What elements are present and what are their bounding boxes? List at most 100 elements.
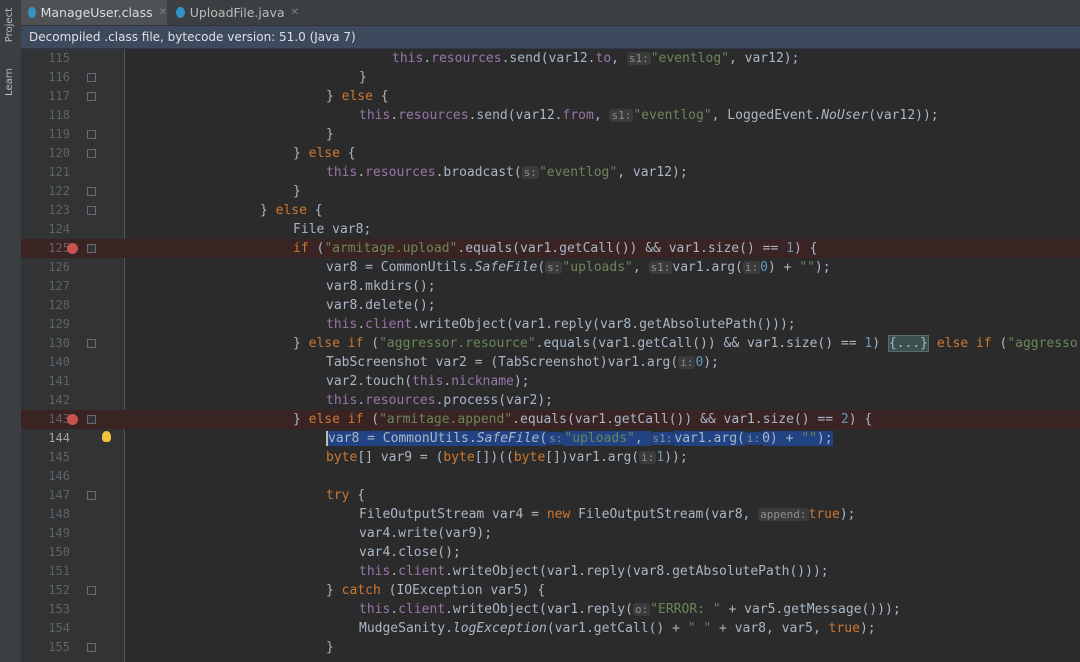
- java-file-icon: [176, 7, 185, 18]
- fold-marker-icon[interactable]: [87, 187, 96, 196]
- number-token: 1: [656, 450, 665, 465]
- field-token: resources: [431, 51, 502, 66]
- code-token: }: [293, 412, 309, 427]
- code-line[interactable]: 147 try {: [21, 486, 1080, 505]
- code-text: byte[] var9 = (byte[])((byte[])var1.arg(…: [326, 448, 688, 467]
- fold-marker-icon[interactable]: [87, 491, 96, 500]
- code-line[interactable]: 143} else if ("armitage.append".equals(v…: [21, 410, 1080, 429]
- code-token: .: [390, 108, 399, 123]
- code-token: (: [537, 260, 546, 275]
- field-token: this: [412, 374, 444, 389]
- code-line[interactable]: 149 var4.write(var9);: [21, 524, 1080, 543]
- code-line[interactable]: 141 var2.touch(this.nickname);: [21, 372, 1080, 391]
- code-line[interactable]: 115 this.resources.send(var12.to, s1: "eve…: [21, 49, 1080, 68]
- line-number: 130: [48, 336, 70, 350]
- code-line[interactable]: 119}: [21, 125, 1080, 144]
- code-line[interactable]: 128 var8.delete();: [21, 296, 1080, 315]
- code-line[interactable]: 153 this.client.writeObject(var1.reply(o:…: [21, 600, 1080, 619]
- code-token: .: [357, 165, 366, 180]
- code-line[interactable]: 129 this.client.writeObject(var1.reply(va…: [21, 315, 1080, 334]
- code-line[interactable]: 130 } else if ("aggressor.resource".equal…: [21, 334, 1080, 353]
- fold-marker-icon[interactable]: [87, 130, 96, 139]
- intention-bulb-icon[interactable]: [102, 431, 111, 442]
- code-text: MudgeSanity.logException(var1.getCall() …: [359, 619, 876, 638]
- code-line[interactable]: 120} else {: [21, 144, 1080, 163]
- string-token: "ERROR: ": [650, 602, 721, 617]
- fold-marker-icon[interactable]: [87, 73, 96, 82]
- class-file-icon: [28, 7, 36, 18]
- code-line[interactable]: 126 var8 = CommonUtils.SafeFile(s: "upload…: [21, 258, 1080, 277]
- code-line[interactable]: 148 FileOutputStream var4 = new FileOutpu…: [21, 505, 1080, 524]
- parameter-hint: i:: [742, 261, 761, 274]
- code-token: }: [326, 583, 342, 598]
- tool-window-strip: Project Learn: [0, 0, 22, 662]
- fold-marker-icon[interactable]: [87, 643, 96, 652]
- code-line[interactable]: 124 File var8;: [21, 220, 1080, 239]
- line-number: 153: [48, 602, 70, 616]
- code-token: ) {: [793, 241, 818, 256]
- fold-marker-icon[interactable]: [87, 244, 96, 253]
- code-text: FileOutputStream var4 = new FileOutputSt…: [359, 505, 856, 524]
- code-line[interactable]: 123} else {: [21, 201, 1080, 220]
- code-line[interactable]: 152} catch (IOException var5) {: [21, 581, 1080, 600]
- code-line[interactable]: 121 this.resources.broadcast(s: "eventlog"…: [21, 163, 1080, 182]
- project-tool-tab[interactable]: Project: [1, 8, 20, 58]
- code-line[interactable]: 140 TabScreenshot var2 = (TabScreenshot)v…: [21, 353, 1080, 372]
- code-line[interactable]: 154 MudgeSanity.logException(var1.getCall…: [21, 619, 1080, 638]
- line-number: 146: [48, 469, 70, 483]
- fold-marker-icon[interactable]: [87, 206, 96, 215]
- code-line[interactable]: 145 byte[] var9 = (byte[])((byte[])var1.a…: [21, 448, 1080, 467]
- code-line[interactable]: 146: [21, 467, 1080, 486]
- fold-marker-icon[interactable]: [87, 149, 96, 158]
- code-token: ));: [664, 450, 688, 465]
- fold-marker-icon[interactable]: [87, 415, 96, 424]
- code-line[interactable]: 125 if ("armitage.upload".equals(var1.get…: [21, 239, 1080, 258]
- code-text: }: [326, 638, 334, 657]
- code-line[interactable]: 122}: [21, 182, 1080, 201]
- close-icon[interactable]: ✕: [291, 7, 299, 18]
- string-token: "uploads": [562, 260, 633, 275]
- tab-manageuser-class[interactable]: ManageUser.class ✕: [21, 0, 167, 25]
- code-line[interactable]: 155}: [21, 638, 1080, 657]
- folded-code-region[interactable]: {...}: [887, 335, 930, 352]
- string-token: "armitage.upload": [324, 241, 458, 256]
- code-line[interactable]: 151 this.client.writeObject(var1.reply(va…: [21, 562, 1080, 581]
- code-token: [])((: [474, 450, 514, 465]
- learn-tool-tab[interactable]: Learn: [1, 68, 20, 114]
- code-token: );: [703, 355, 719, 370]
- tab-label: ManageUser.class: [40, 5, 153, 20]
- code-text: } catch (IOException var5) {: [326, 581, 545, 600]
- line-number: 124: [48, 222, 70, 236]
- fold-marker-icon[interactable]: [87, 586, 96, 595]
- fold-marker-icon[interactable]: [87, 339, 96, 348]
- keyword-token: else if: [936, 336, 992, 351]
- keyword-token: else: [308, 146, 340, 161]
- string-token: "eventlog": [538, 165, 618, 180]
- code-line[interactable]: 117} else {: [21, 87, 1080, 106]
- line-number: 121: [48, 165, 70, 179]
- code-line[interactable]: 142 this.resources.process(var2);: [21, 391, 1080, 410]
- code-line[interactable]: 116}: [21, 68, 1080, 87]
- close-icon[interactable]: ✕: [159, 7, 167, 18]
- code-line[interactable]: 118 this.resources.send(var12.from, s1: "e…: [21, 106, 1080, 125]
- code-text: } else if ("aggressor.resource".equals(v…: [293, 334, 1080, 353]
- line-number: 120: [48, 146, 70, 160]
- code-text: } else {: [326, 87, 389, 106]
- decompiled-banner: Decompiled .class file, bytecode version…: [21, 26, 1080, 49]
- selected-text: var1.arg(: [674, 431, 745, 446]
- line-number: 115: [48, 51, 70, 65]
- line-number: 141: [48, 374, 70, 388]
- code-line[interactable]: 144 var8 = CommonUtils.SafeFile(s: "upload…: [21, 429, 1080, 448]
- breakpoint-icon[interactable]: [67, 414, 78, 425]
- fold-marker-icon[interactable]: [87, 92, 96, 101]
- code-text: var2.touch(this.nickname);: [326, 372, 530, 391]
- code-token: {: [349, 488, 366, 503]
- line-number: 148: [48, 507, 70, 521]
- code-line[interactable]: 127 var8.mkdirs();: [21, 277, 1080, 296]
- tab-uploadfile-java[interactable]: UploadFile.java ✕: [169, 0, 299, 25]
- code-line[interactable]: 150 var4.close();: [21, 543, 1080, 562]
- breakpoint-icon[interactable]: [67, 243, 78, 254]
- keyword-token: if: [293, 241, 309, 256]
- code-editor[interactable]: 115 this.resources.send(var12.to, s1: "eve…: [21, 49, 1080, 662]
